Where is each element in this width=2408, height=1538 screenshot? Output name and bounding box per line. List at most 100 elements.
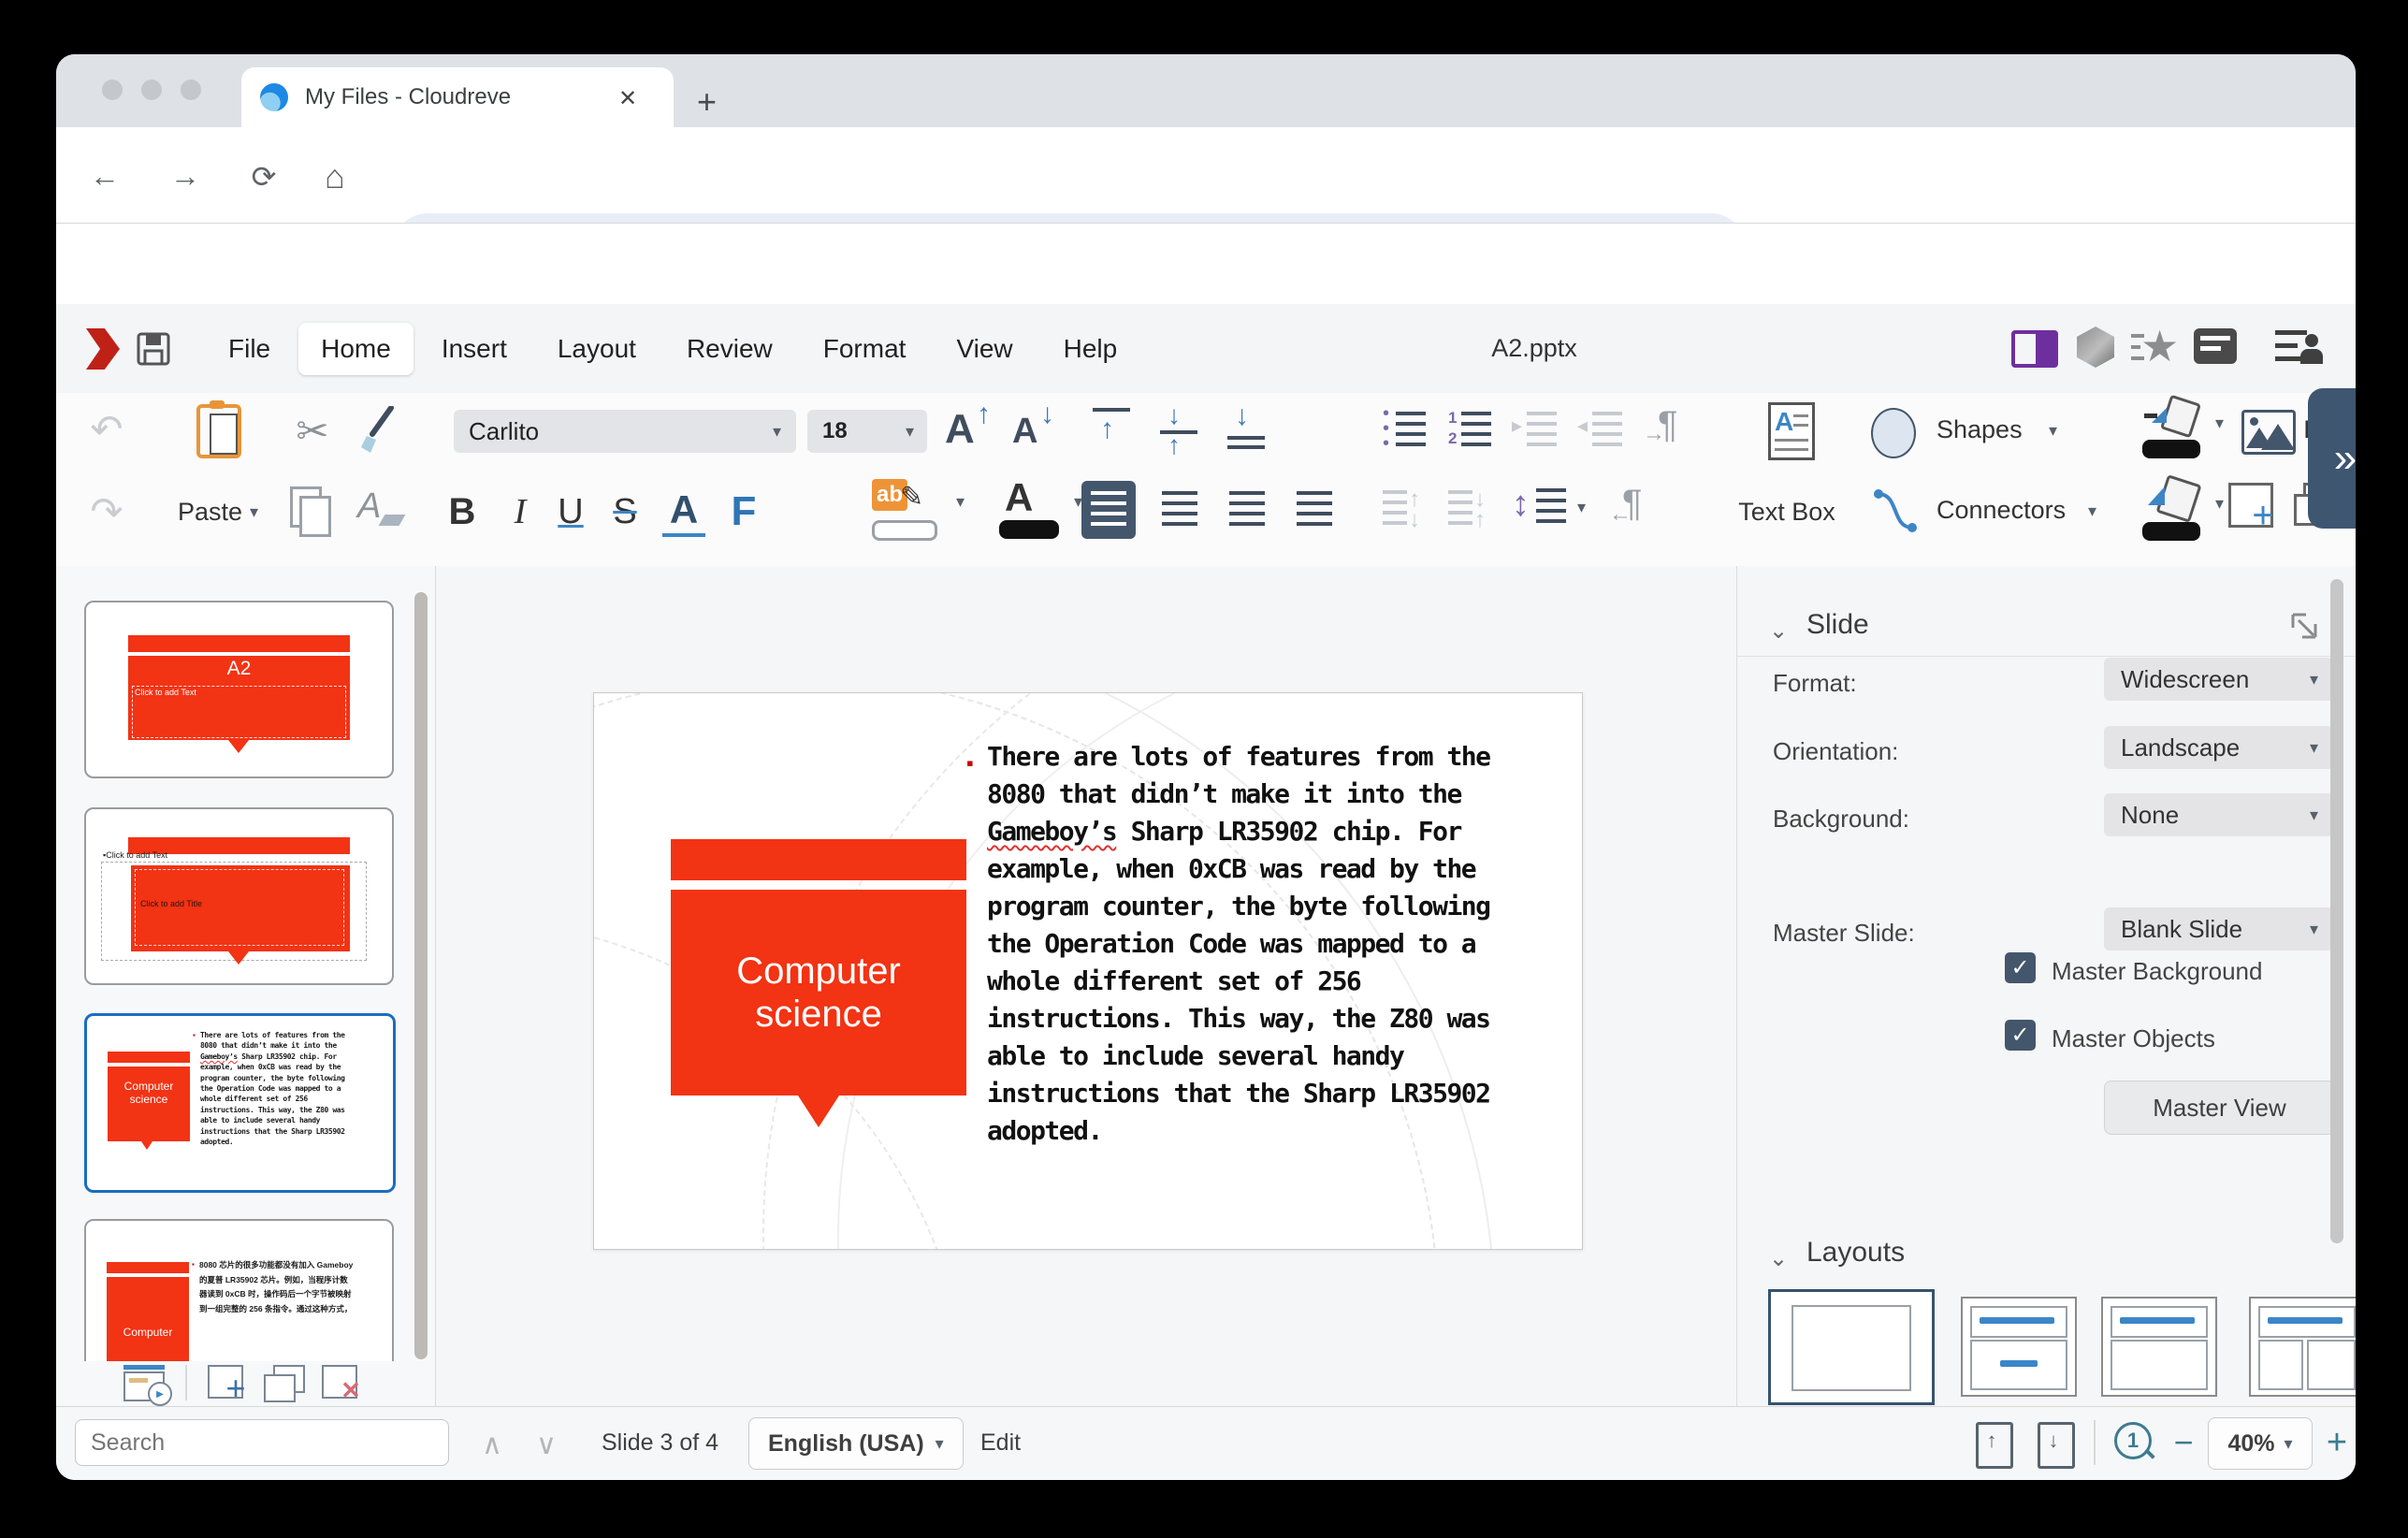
home-icon[interactable]: ⌂ xyxy=(318,157,352,196)
tab-help[interactable]: Help xyxy=(1041,323,1140,375)
align-justify-button[interactable] xyxy=(1287,481,1342,539)
expand-toolbar-button[interactable]: » xyxy=(2308,388,2356,529)
highlight-color-button[interactable]: ab ✎ xyxy=(872,479,947,544)
traffic-light-zoom[interactable] xyxy=(181,80,201,100)
format-select[interactable]: Widescreen ▾ xyxy=(2104,658,2333,701)
super-subscript-button[interactable]: A xyxy=(662,486,705,537)
language-select[interactable]: English (USA) ▾ xyxy=(748,1417,964,1470)
tab-home[interactable]: Home xyxy=(298,323,413,375)
zoom-100-icon[interactable]: 1 xyxy=(2114,1422,2159,1467)
align-top-icon[interactable]: ↑ xyxy=(1093,408,1134,457)
tab-file[interactable]: File xyxy=(206,323,293,375)
fill-color-caret-icon[interactable]: ▾ xyxy=(2215,494,2224,514)
text-box-button[interactable]: A Text Box xyxy=(1717,400,1857,550)
tab-close-icon[interactable]: ✕ xyxy=(614,84,642,112)
decrease-indent-icon[interactable]: ▸ xyxy=(1514,410,1559,455)
master-background-checkbox[interactable]: ✓ xyxy=(2005,952,2036,983)
format-painter-icon[interactable] xyxy=(357,406,404,455)
line-spacing-caret-icon[interactable]: ▾ xyxy=(1577,498,1586,517)
reload-icon[interactable]: ⟳ xyxy=(247,159,281,195)
clear-format-icon[interactable]: A xyxy=(357,486,406,537)
font-color-button[interactable]: A xyxy=(999,479,1065,544)
numbered-list-icon[interactable]: 12 xyxy=(1448,410,1493,455)
slide-section-chevron-icon[interactable]: ⌄ xyxy=(1769,617,1788,645)
master-slide-select[interactable]: Blank Slide ▾ xyxy=(2104,907,2333,950)
align-middle-icon[interactable]: ↓ ↑ xyxy=(1160,408,1201,457)
tab-insert[interactable]: Insert xyxy=(419,323,529,375)
align-center-button[interactable] xyxy=(1153,481,1207,539)
slide-editor[interactable]: Computer science ▪ There are lots of fea… xyxy=(593,692,1583,1250)
fill-color-button[interactable] xyxy=(2140,479,2206,541)
delete-slide-button[interactable]: ✕ xyxy=(322,1365,367,1402)
browser-tab[interactable]: My Files - Cloudreve ✕ xyxy=(241,67,674,127)
slide-thumbnail-1[interactable]: A2 Click to add Text xyxy=(84,601,394,778)
background-select[interactable]: None ▾ xyxy=(2104,793,2333,836)
cut-icon[interactable]: ✂ xyxy=(286,406,339,455)
settings-panel-scrollbar[interactable] xyxy=(2330,579,2343,1243)
bold-button[interactable]: B xyxy=(442,486,483,537)
move-backward-icon[interactable]: ↑ ↓ xyxy=(1383,486,1429,535)
editor-logo[interactable] xyxy=(86,328,120,370)
align-bottom-icon[interactable]: ↓ xyxy=(1227,408,1269,457)
traffic-light-minimize[interactable] xyxy=(141,80,162,100)
increase-font-icon[interactable]: A ↑ xyxy=(945,400,1001,457)
layout-title-only[interactable] xyxy=(2101,1297,2217,1397)
layouts-section-chevron-icon[interactable]: ⌄ xyxy=(1769,1245,1788,1272)
redo-icon[interactable]: ↷ xyxy=(82,486,131,535)
layout-title-content[interactable] xyxy=(1961,1297,2077,1397)
slide-title-shape[interactable]: Computer science xyxy=(671,890,966,1095)
align-right-button[interactable] xyxy=(1220,481,1274,539)
forward-icon[interactable]: → xyxy=(168,159,202,194)
version-history-icon[interactable] xyxy=(2077,326,2114,368)
line-color-button[interactable] xyxy=(2140,399,2206,460)
layout-two-content[interactable] xyxy=(2249,1297,2356,1397)
panel-expand-icon[interactable] xyxy=(2289,611,2319,641)
tab-review[interactable]: Review xyxy=(664,323,795,375)
copy-icon[interactable] xyxy=(290,486,333,537)
font-size-select[interactable]: 18 ▾ xyxy=(807,410,927,453)
tab-layout[interactable]: Layout xyxy=(535,323,659,375)
fit-slide-icon[interactable]: ↑ xyxy=(1976,1422,2013,1469)
shapes-button[interactable]: Shapes ▾ xyxy=(1871,406,2114,458)
add-slide-icon[interactable]: + xyxy=(2228,483,2277,535)
traffic-light-close[interactable] xyxy=(102,80,123,100)
master-view-button[interactable]: Master View xyxy=(2104,1081,2335,1135)
favorites-star-icon[interactable]: ★ xyxy=(2131,326,2180,370)
feedback-settings-icon[interactable] xyxy=(2275,328,2326,368)
slide-title-bar-shape[interactable] xyxy=(671,839,966,880)
font-settings-button[interactable]: F xyxy=(722,486,765,537)
line-color-caret-icon[interactable]: ▾ xyxy=(2215,414,2224,433)
fit-width-icon[interactable]: ↓ xyxy=(2038,1422,2075,1469)
slide-thumbnail-3-selected[interactable]: Computer science ▪ There are lots of fea… xyxy=(84,1013,396,1193)
duplicate-slide-button[interactable] xyxy=(264,1365,309,1402)
paragraph-rtl-icon[interactable]: ¶ → xyxy=(1645,404,1693,455)
paste-button[interactable]: Paste ▾ xyxy=(176,400,260,550)
strikeout-button[interactable]: S xyxy=(604,486,646,537)
card-view-icon[interactable] xyxy=(2194,328,2237,364)
tab-view[interactable]: View xyxy=(934,323,1035,375)
search-input[interactable] xyxy=(75,1419,449,1466)
slide-body-text[interactable]: There are lots of features from the 8080… xyxy=(987,738,1516,1150)
paragraph-ltr-icon[interactable]: ¶ ← xyxy=(1613,483,1661,533)
underline-button[interactable]: U xyxy=(550,486,591,537)
slide-thumbnail-2[interactable]: ▪Click to add Text Click to add Title xyxy=(84,807,394,985)
save-icon[interactable] xyxy=(135,330,172,368)
align-left-button[interactable] xyxy=(1081,481,1136,539)
increase-indent-icon[interactable]: ◂ xyxy=(1579,410,1624,455)
bullets-icon[interactable]: ••• xyxy=(1383,410,1428,455)
master-objects-checkbox[interactable]: ✓ xyxy=(2005,1020,2036,1051)
search-next-icon[interactable]: ∨ xyxy=(526,1424,567,1465)
connectors-button[interactable]: Connectors ▾ xyxy=(1871,486,2152,539)
italic-button[interactable]: I xyxy=(500,486,541,537)
orientation-select[interactable]: Landscape ▾ xyxy=(2104,726,2333,769)
zoom-level-select[interactable]: 40% ▾ xyxy=(2208,1417,2313,1470)
preview-slideshow-icon[interactable]: ▶ xyxy=(123,1365,168,1400)
font-name-select[interactable]: Carlito ▾ xyxy=(454,410,796,453)
add-slide-button[interactable]: + xyxy=(208,1365,253,1402)
search-previous-icon[interactable]: ∧ xyxy=(471,1424,513,1465)
back-icon[interactable]: ← xyxy=(88,159,122,194)
move-forward-icon[interactable]: ↓ ↑ xyxy=(1448,486,1495,535)
tab-format[interactable]: Format xyxy=(801,323,929,375)
layout-blank-selected[interactable] xyxy=(1768,1289,1935,1405)
decrease-font-icon[interactable]: A ↓ xyxy=(1012,400,1068,457)
